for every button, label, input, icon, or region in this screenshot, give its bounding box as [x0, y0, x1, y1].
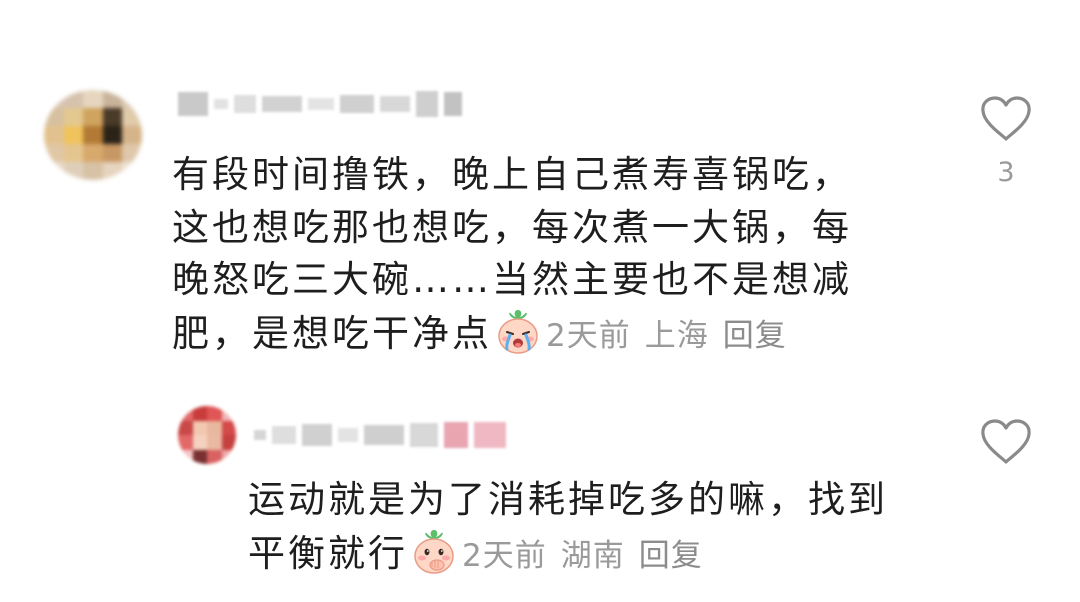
- like-button[interactable]: 3: [978, 95, 1034, 188]
- reply-button[interactable]: 回复: [723, 318, 787, 354]
- comment-time: 2天前: [462, 537, 547, 574]
- comment-text: 有段时间撸铁，晚上自己煮寿喜锅吃， 这也想吃那也想吃，每次煮一大锅，每 晚怒吃三…: [172, 149, 852, 362]
- comment-meta: 2天前 上海 回复: [546, 318, 787, 354]
- giggle-face-emoji: [410, 527, 458, 575]
- comment-line: 有段时间撸铁，晚上自己煮寿喜锅吃，: [172, 153, 852, 196]
- comment-time: 2天前: [546, 317, 631, 354]
- like-button[interactable]: [978, 418, 1034, 480]
- avatar[interactable]: [44, 90, 142, 180]
- author-name-redacted: [178, 88, 462, 120]
- reply-button[interactable]: 回复: [639, 538, 703, 574]
- comment-meta: 2天前 湖南 回复: [462, 538, 703, 574]
- comment-item: 有段时间撸铁，晚上自己煮寿喜锅吃， 这也想吃那也想吃，每次煮一大锅，每 晚怒吃三…: [0, 0, 1080, 380]
- comment-location: 湖南: [560, 537, 625, 574]
- reply-item: 运动就是为了消耗掉吃多的嘛，找到 平衡就行 2天前 湖南 回复: [0, 380, 1080, 602]
- comment-line: 晚怒吃三大碗……当然主要也不是想减: [172, 258, 852, 301]
- comment-text: 运动就是为了消耗掉吃多的嘛，找到 平衡就行 2天前 湖南 回复: [248, 474, 888, 582]
- comment-line: 肥，是想吃干净点: [172, 311, 492, 355]
- author-name-redacted: [254, 418, 506, 452]
- comment-line: 平衡就行: [248, 531, 408, 575]
- heart-outline-icon: [978, 95, 1034, 143]
- comment-line: 运动就是为了消耗掉吃多的嘛，找到: [248, 478, 888, 521]
- crying-face-emoji: [494, 307, 542, 355]
- comment-last-line: 肥，是想吃干净点 2天前 上海 回复: [172, 307, 852, 363]
- heart-outline-icon: [978, 418, 1034, 466]
- comment-location: 上海: [644, 317, 709, 354]
- comment-last-line: 平衡就行 2天前 湖南 回复: [248, 527, 888, 583]
- like-count: 3: [997, 157, 1015, 188]
- comment-line: 这也想吃那也想吃，每次煮一大锅，每: [172, 205, 852, 249]
- avatar[interactable]: [178, 406, 236, 464]
